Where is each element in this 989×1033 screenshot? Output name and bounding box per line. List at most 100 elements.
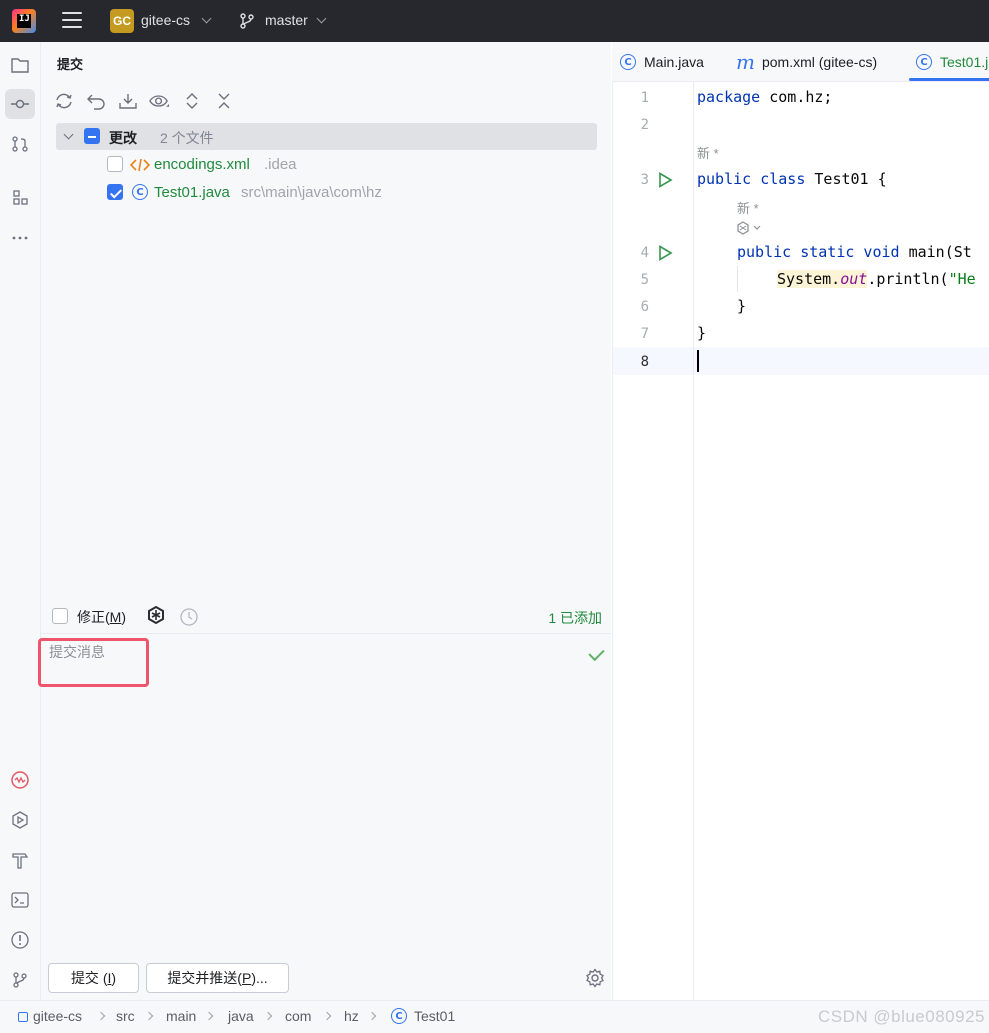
commit-icon[interactable] bbox=[5, 89, 35, 119]
chevron-down-icon[interactable] bbox=[201, 13, 212, 24]
file-row[interactable]: C Test01.java src\main\java\com\hz bbox=[107, 181, 587, 205]
breadcrumb[interactable]: hz bbox=[344, 1008, 359, 1024]
file-path: .idea bbox=[264, 156, 297, 173]
line-number: 4 bbox=[640, 245, 649, 261]
project-name[interactable]: gitee-cs bbox=[141, 12, 190, 28]
changes-group-checkbox[interactable] bbox=[84, 128, 100, 144]
java-class-icon: C bbox=[620, 54, 636, 70]
line-number: 2 bbox=[640, 117, 649, 133]
project-badge[interactable]: GC bbox=[110, 9, 134, 33]
code-string: "He bbox=[948, 270, 976, 288]
maven-icon: m bbox=[736, 50, 755, 74]
commit-message-area[interactable]: 提交消息 bbox=[38, 633, 611, 964]
inlay-author-hint[interactable]: 新 * bbox=[737, 198, 759, 217]
amend-row: 修正(M) 1 已添加 bbox=[41, 602, 611, 632]
collapse-all-icon[interactable] bbox=[213, 90, 234, 111]
amend-checkbox[interactable] bbox=[52, 608, 68, 624]
chevron-down-icon[interactable] bbox=[63, 129, 74, 140]
gutter-separator bbox=[693, 82, 694, 1000]
commit-toolbar bbox=[53, 90, 234, 110]
chevron-right-icon bbox=[367, 1011, 377, 1021]
changes-group-count: 2 个文件 bbox=[160, 130, 214, 146]
commit-push-mnemonic: P bbox=[241, 970, 252, 986]
ai-assistant-icon[interactable] bbox=[737, 221, 765, 235]
annotation-highlight-box bbox=[38, 638, 149, 687]
terminal-icon[interactable] bbox=[5, 885, 35, 915]
tab-label: pom.xml (gitee-cs) bbox=[761, 54, 878, 70]
title-bar: IJ GC gitee-cs master bbox=[0, 0, 989, 42]
breadcrumb[interactable]: main bbox=[166, 1008, 196, 1024]
code-editor[interactable]: 1 2 3 4 5 6 7 8 package com.hz; 新 * publ… bbox=[612, 82, 989, 1000]
commit-tool-window: 提交 更改 2 个文件 encodings.xml .idea C Test01… bbox=[38, 42, 611, 1000]
file-name: encodings.xml bbox=[154, 156, 250, 173]
xml-file-icon bbox=[130, 158, 150, 172]
project-folder-icon[interactable] bbox=[5, 50, 35, 80]
commit-button-prefix: 提交 ( bbox=[70, 970, 108, 986]
code-text: Test01 { bbox=[805, 170, 887, 188]
code-text: .println( bbox=[867, 270, 949, 288]
panel-title: 提交 bbox=[57, 57, 84, 72]
hamburger-menu-icon[interactable] bbox=[62, 12, 82, 28]
pull-requests-icon[interactable] bbox=[5, 129, 35, 159]
code-text: com.hz; bbox=[760, 88, 833, 106]
tab-label: Main.java bbox=[644, 54, 704, 70]
file-name: Test01.java bbox=[154, 184, 230, 201]
rollback-icon[interactable] bbox=[85, 90, 106, 111]
code-line-1: package com.hz; bbox=[697, 88, 832, 106]
code-line-7: } bbox=[697, 324, 707, 342]
branch-name[interactable]: master bbox=[265, 12, 308, 28]
code-text: System. bbox=[777, 270, 841, 288]
intellij-logo-icon[interactable]: IJ bbox=[12, 9, 36, 33]
amend-label[interactable]: 修正(M) bbox=[77, 607, 126, 627]
chevron-right-icon bbox=[204, 1011, 214, 1021]
file-path: src\main\java\com\hz bbox=[241, 184, 382, 201]
ai-assistant-icon[interactable] bbox=[145, 605, 167, 627]
problems-icon[interactable] bbox=[5, 925, 35, 955]
breadcrumb[interactable]: gitee-cs bbox=[33, 1008, 82, 1024]
expand-all-icon[interactable] bbox=[181, 90, 202, 111]
added-status: 1 已添加 bbox=[548, 610, 602, 626]
changes-group-label: 更改 bbox=[109, 130, 137, 146]
history-clock-icon[interactable] bbox=[179, 607, 199, 627]
chevron-right-icon bbox=[96, 1011, 106, 1021]
tab-main-java[interactable]: C Main.java bbox=[620, 42, 704, 82]
changes-group-row[interactable]: 更改 2 个文件 bbox=[56, 123, 597, 150]
git-icon[interactable] bbox=[5, 965, 35, 995]
indent-guide bbox=[737, 266, 738, 292]
line-number: 3 bbox=[640, 172, 649, 188]
breadcrumb[interactable]: src bbox=[116, 1008, 135, 1024]
chevron-down-icon[interactable] bbox=[316, 13, 327, 24]
amend-mnemonic: M bbox=[109, 609, 122, 625]
build-hammer-icon[interactable] bbox=[5, 845, 35, 875]
code-line-6: } bbox=[737, 297, 747, 315]
code-keyword: package bbox=[697, 88, 761, 106]
file-checkbox[interactable] bbox=[107, 156, 123, 172]
commit-button-suffix: ) bbox=[111, 970, 117, 986]
structure-icon[interactable] bbox=[5, 182, 35, 212]
breadcrumb[interactable]: Test01 bbox=[414, 1008, 455, 1024]
line-number: 6 bbox=[640, 299, 649, 315]
file-row[interactable]: encodings.xml .idea bbox=[107, 153, 587, 177]
shelve-download-icon[interactable] bbox=[117, 90, 138, 111]
view-options-eye-icon[interactable] bbox=[149, 90, 170, 111]
tab-test01-java[interactable]: C Test01.java bbox=[916, 42, 989, 82]
commit-push-suffix: )... bbox=[251, 970, 268, 986]
commit-button[interactable]: 提交 (I) bbox=[48, 963, 139, 993]
more-tools-icon[interactable] bbox=[5, 223, 35, 253]
breadcrumb[interactable]: java bbox=[228, 1008, 254, 1024]
java-class-icon: C bbox=[391, 1008, 407, 1024]
code-keyword: public static void bbox=[737, 243, 900, 261]
inlay-author-hint[interactable]: 新 * bbox=[697, 143, 719, 162]
refresh-icon[interactable] bbox=[53, 90, 74, 111]
chevron-right-icon bbox=[322, 1011, 332, 1021]
file-checkbox[interactable] bbox=[107, 184, 123, 200]
code-keyword: public class bbox=[697, 170, 806, 188]
profiler-icon[interactable] bbox=[5, 765, 35, 795]
commit-and-push-button[interactable]: 提交并推送(P)... bbox=[146, 963, 289, 993]
services-icon[interactable] bbox=[5, 805, 35, 835]
breadcrumb[interactable]: com bbox=[285, 1008, 311, 1024]
tab-pom-xml[interactable]: m pom.xml (gitee-cs) bbox=[736, 42, 877, 82]
code-field: out bbox=[840, 270, 868, 288]
settings-gear-icon[interactable] bbox=[585, 968, 605, 988]
git-branch-icon[interactable] bbox=[238, 12, 256, 30]
